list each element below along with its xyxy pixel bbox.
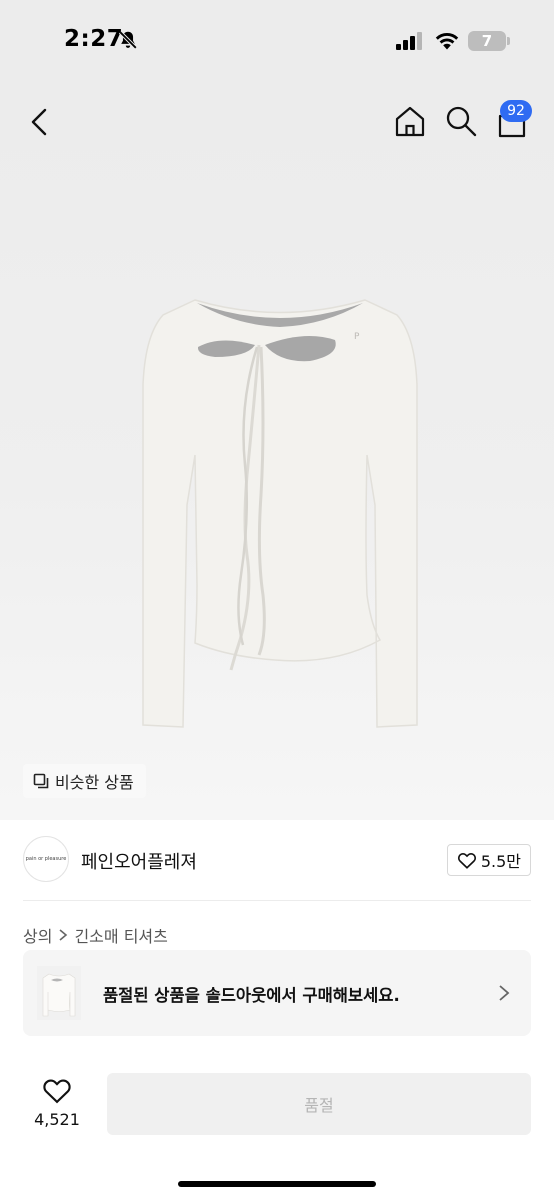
bell-slash-icon [118,30,138,50]
wifi-icon [435,32,459,50]
home-indicator [178,1181,376,1187]
product-thumbnail [37,966,81,1020]
breadcrumb-item-top-category[interactable]: 상의 [23,923,52,947]
brand-logo[interactable]: pain or pleasure [23,836,69,882]
cellular-signal-icon [396,32,422,50]
chevron-right-icon [499,985,510,1001]
battery-tip [507,37,510,45]
svg-text:P: P [354,332,360,342]
home-icon[interactable] [393,104,427,138]
status-bar: 2:27 7 [0,0,554,80]
breadcrumb: 상의 긴소매 티셔츠 [23,923,168,947]
soldout-message: 품절된 상품을 솔드아웃에서 구매해보세요. [103,986,400,1005]
battery-icon: 7 [468,31,506,51]
brand-like-button[interactable]: 5.5만 [446,844,531,876]
bag-badge-count: 92 [500,100,532,122]
soldout-link-card[interactable]: 품절된 상품을 솔드아웃에서 구매해보세요. [23,950,531,1036]
purchase-button-label: 품절 [304,1096,334,1115]
product-image-area[interactable]: 92 P 비슷한 상품 [0,80,554,820]
brand-name[interactable]: 페인오어플레져 [81,848,197,874]
wish-button[interactable]: 4,521 [30,1076,84,1132]
chevron-left-icon[interactable] [24,106,56,138]
status-time: 2:27 [64,26,124,52]
breadcrumb-item-sub-category[interactable]: 긴소매 티셔츠 [74,923,167,947]
chevron-right-icon [59,929,68,941]
heart-icon [457,853,476,869]
divider [23,900,531,901]
brand-like-count: 5.5만 [480,852,521,871]
similar-products-button[interactable]: 비슷한 상품 [23,764,146,798]
wish-count: 4,521 [34,1110,80,1129]
product-photo: P [142,299,418,728]
copy-icon [33,773,49,789]
brand-row[interactable]: pain or pleasure 페인오어플레져 5.5만 [23,836,531,884]
heart-icon [43,1079,71,1104]
brand-logo-text: pain or pleasure [25,856,67,862]
soldout-purchase-button[interactable]: 품절 [107,1073,531,1135]
search-icon[interactable] [444,104,478,138]
similar-products-label: 비슷한 상품 [55,773,134,792]
